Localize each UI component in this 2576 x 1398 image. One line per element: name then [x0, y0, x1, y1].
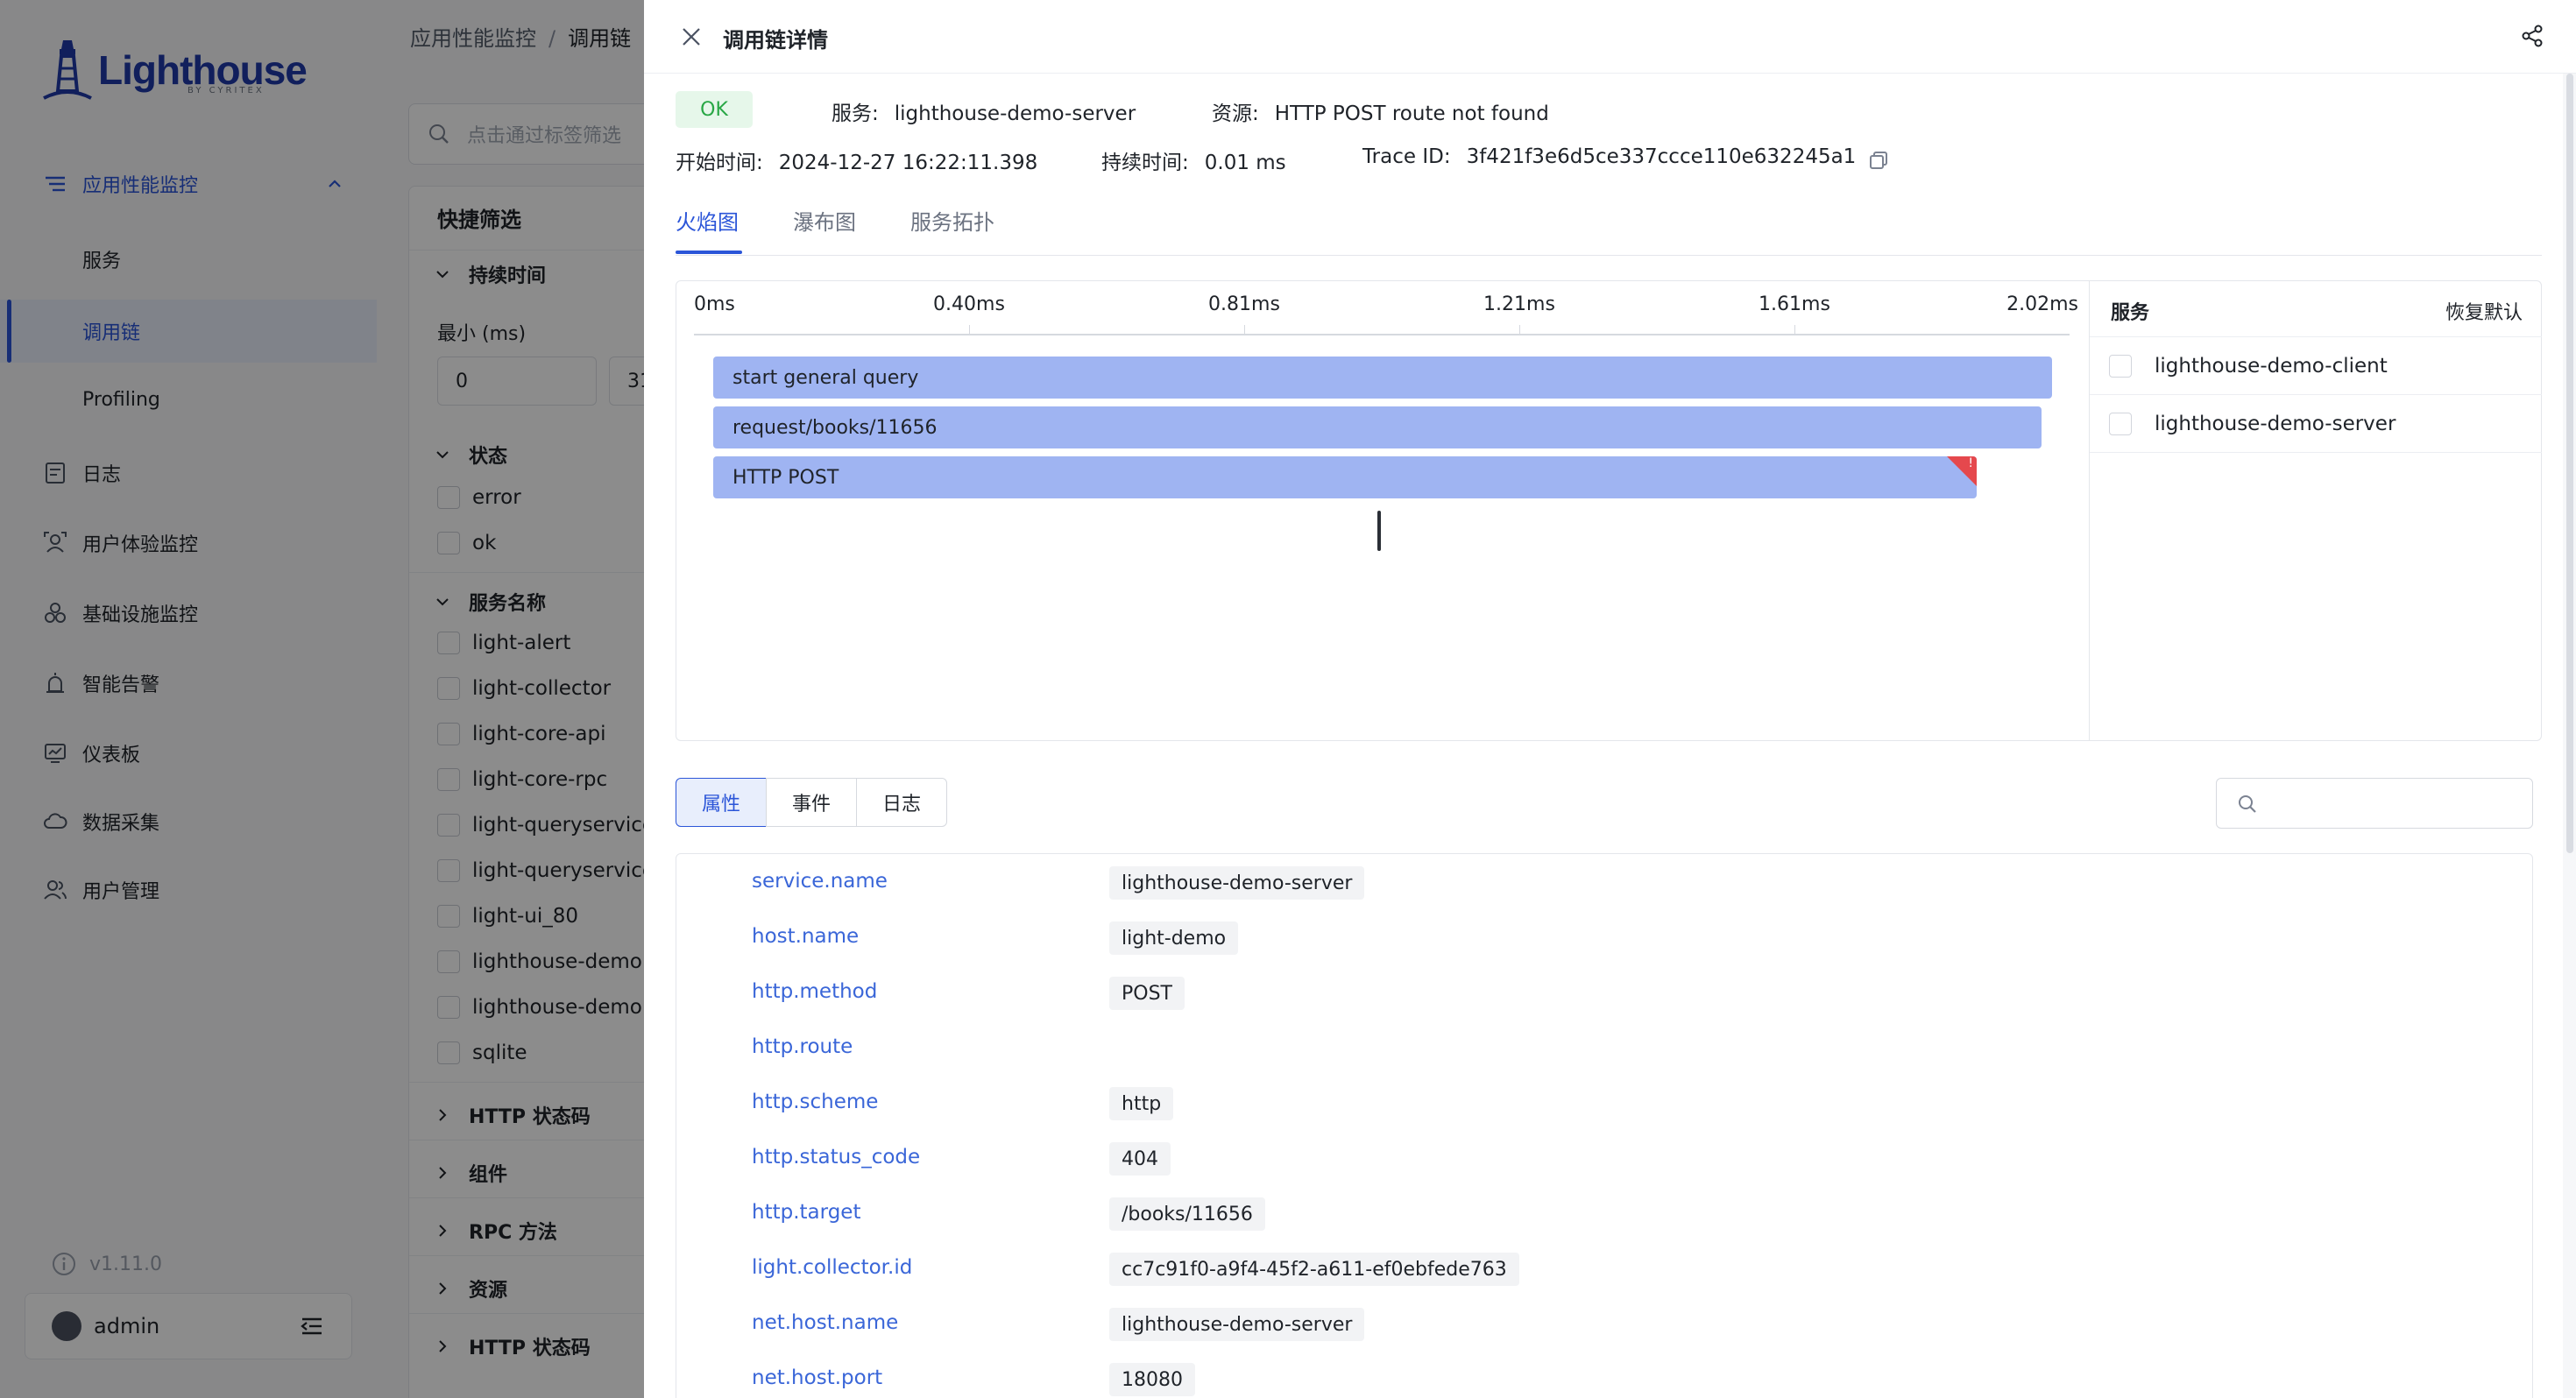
- duration-label: 持续时间:: [1101, 152, 1189, 174]
- time-axis-tick: [969, 325, 970, 335]
- flame-span-label: request/books/11656: [732, 416, 938, 439]
- flame-span[interactable]: HTTP POST!: [713, 456, 1977, 498]
- attribute-key[interactable]: service.name: [752, 870, 888, 893]
- error-marker-glyph: !: [1968, 456, 1973, 470]
- attribute-row: net.host.name lighthouse-demo-server: [676, 1297, 2532, 1352]
- attribute-row: http.status_code 404: [676, 1132, 2532, 1187]
- time-axis-label: 1.21ms: [1483, 293, 1555, 315]
- service-legend-header: 服务 恢复默认: [2090, 281, 2542, 337]
- drawer-title: 调用链详情: [723, 28, 828, 53]
- service-legend-item[interactable]: lighthouse-demo-server: [2090, 395, 2542, 453]
- attribute-key[interactable]: net.host.port: [752, 1366, 882, 1389]
- scrollbar-thumb[interactable]: [2566, 74, 2573, 853]
- service-meta-label: 服务:: [832, 102, 879, 125]
- copy-icon[interactable]: [1867, 149, 1890, 172]
- resource-meta: 资源: HTTP POST route not found: [1212, 96, 1549, 126]
- flamegraph-panel: 0ms 0.40ms 0.81ms 1.21ms 1.61ms 2.02ms start g…: [676, 280, 2542, 741]
- attributes-table: service.name lighthouse-demo-server host.n…: [676, 853, 2533, 1398]
- attribute-value: http: [1109, 1087, 1174, 1120]
- segment-attributes[interactable]: 属性: [676, 778, 767, 827]
- service-checkbox[interactable]: [2109, 412, 2132, 435]
- hover-cursor: [1377, 511, 1381, 551]
- attribute-key[interactable]: http.route: [752, 1035, 853, 1058]
- service-meta-value: lighthouse-demo-server: [894, 102, 1136, 125]
- attribute-value: POST: [1109, 977, 1185, 1010]
- time-axis-tick: [1519, 325, 1520, 335]
- time-axis-label: 0.81ms: [1208, 293, 1280, 315]
- close-icon[interactable]: [679, 25, 704, 49]
- time-axis-label: 1.61ms: [1759, 293, 1830, 315]
- start-time-value: 2024-12-27 16:22:11.398: [778, 152, 1038, 174]
- attribute-key[interactable]: http.target: [752, 1201, 860, 1224]
- time-axis-label: 0.40ms: [933, 293, 1005, 315]
- attribute-value: 404: [1109, 1142, 1171, 1176]
- service-checkbox[interactable]: [2109, 354, 2132, 378]
- duration-meta: 持续时间: 0.01 ms: [1101, 145, 1286, 175]
- resource-meta-value: HTTP POST route not found: [1274, 102, 1549, 125]
- service-legend-title: 服务: [2111, 302, 2150, 324]
- time-axis-tick: [1244, 325, 1245, 335]
- service-meta: 服务: lighthouse-demo-server: [832, 96, 1136, 126]
- share-icon[interactable]: [2519, 23, 2545, 49]
- resource-meta-label: 资源:: [1212, 102, 1259, 125]
- service-legend-label: lighthouse-demo-server: [2155, 412, 2396, 435]
- attribute-row: http.method POST: [676, 966, 2532, 1021]
- attribute-value: lighthouse-demo-server: [1109, 866, 1365, 900]
- tab-flamegraph[interactable]: 火焰图: [676, 205, 739, 236]
- flamegraph-area: 0ms 0.40ms 0.81ms 1.21ms 1.61ms 2.02ms start g…: [676, 281, 2089, 740]
- trace-detail-drawer: 调用链详情 OK 服务: lighthouse-demo-server 资源: HT…: [644, 0, 2576, 1398]
- time-axis-tick: [1794, 325, 1795, 335]
- tab-service-topology[interactable]: 服务拓扑: [910, 205, 994, 236]
- trace-id-meta: Trace ID: 3f421f3e6d5ce337ccce110e632245a…: [1362, 145, 1856, 168]
- service-legend-panel: 服务 恢复默认 lighthouse-demo-client lighthous…: [2089, 281, 2542, 740]
- segment-logs[interactable]: 日志: [856, 778, 947, 827]
- attribute-row: light.collector.id cc7c91f0-a9f4-45f2-a61…: [676, 1242, 2532, 1297]
- attribute-value: lighthouse-demo-server: [1109, 1308, 1365, 1341]
- status-badge: OK: [676, 91, 753, 128]
- duration-value: 0.01 ms: [1204, 152, 1286, 174]
- flame-span-label: HTTP POST: [732, 466, 839, 489]
- start-time-label: 开始时间:: [676, 152, 763, 174]
- attribute-row: http.scheme http: [676, 1077, 2532, 1132]
- active-tab-indicator: [676, 251, 742, 254]
- attribute-row: net.host.port 18080: [676, 1352, 2532, 1398]
- attribute-value: /books/11656: [1109, 1197, 1265, 1231]
- attribute-row: host.name light-demo: [676, 911, 2532, 966]
- attribute-key[interactable]: net.host.name: [752, 1311, 898, 1334]
- attribute-key[interactable]: host.name: [752, 925, 859, 948]
- attribute-row: http.route: [676, 1021, 2532, 1077]
- attribute-key[interactable]: http.method: [752, 980, 877, 1003]
- trace-id-value: 3f421f3e6d5ce337ccce110e632245a1: [1466, 145, 1857, 168]
- attribute-key[interactable]: http.status_code: [752, 1146, 920, 1169]
- trace-id-label: Trace ID:: [1362, 145, 1451, 168]
- flame-span[interactable]: request/books/11656: [713, 406, 2042, 448]
- attribute-key[interactable]: light.collector.id: [752, 1256, 912, 1279]
- segment-events[interactable]: 事件: [766, 778, 857, 827]
- flame-span-label: start general query: [732, 366, 919, 389]
- drawer-header: 调用链详情: [644, 0, 2576, 74]
- service-legend-label: lighthouse-demo-client: [2155, 354, 2388, 378]
- modal-mask[interactable]: [0, 0, 644, 1398]
- attribute-value: 18080: [1109, 1363, 1195, 1396]
- attribute-value: cc7c91f0-a9f4-45f2-a611-ef0ebfede763: [1109, 1253, 1519, 1286]
- start-time-meta: 开始时间: 2024-12-27 16:22:11.398: [676, 145, 1037, 175]
- time-axis-label: 2.02ms: [2006, 293, 2078, 315]
- time-axis-line: [694, 334, 2070, 335]
- search-icon: [2239, 795, 2256, 813]
- attribute-row: http.target/books/11656: [676, 1187, 2532, 1242]
- detail-tabs: 火焰图 瀑布图 服务拓扑: [676, 198, 2542, 256]
- service-legend-item[interactable]: lighthouse-demo-client: [2090, 337, 2542, 395]
- attribute-value: light-demo: [1109, 921, 1239, 955]
- attribute-row: service.name lighthouse-demo-server: [676, 856, 2532, 911]
- flame-span[interactable]: start general query: [713, 357, 2052, 399]
- reset-default-button[interactable]: 恢复默认: [2445, 297, 2523, 325]
- tab-waterfall[interactable]: 瀑布图: [793, 205, 856, 236]
- attribute-search-input[interactable]: [2216, 778, 2533, 829]
- time-axis-label: 0ms: [694, 293, 735, 315]
- attribute-key[interactable]: http.scheme: [752, 1091, 878, 1113]
